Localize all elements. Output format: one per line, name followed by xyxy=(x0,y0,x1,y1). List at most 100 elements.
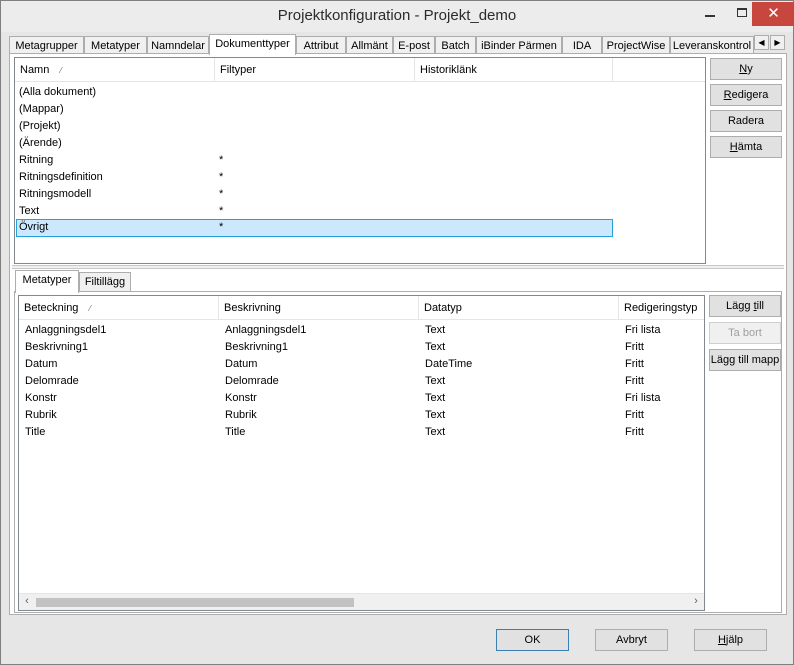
list-header: Namn ⁄ Filtyper Historiklänk xyxy=(15,58,705,82)
column-header-namn[interactable]: Namn ⁄ xyxy=(15,58,215,81)
tab-scroll-right-icon[interactable]: ▶ xyxy=(770,35,785,50)
window-title: Projektkonfiguration - Projekt_demo xyxy=(277,7,517,24)
cell-name: (Mappar) xyxy=(19,103,64,115)
table-row[interactable]: Delomrade Delomrade Text Fritt xyxy=(20,373,704,390)
close-icon: ✕ xyxy=(767,5,780,22)
button-label: Radera xyxy=(727,115,765,127)
table-row[interactable]: Title Title Text Fritt xyxy=(20,424,704,441)
table-row[interactable]: Konstr Konstr Text Fri lista xyxy=(20,390,704,407)
cell-datatyp: Text xyxy=(425,392,446,404)
list-header: Beteckning ⁄ Beskrivning Datatyp Rediger… xyxy=(19,296,704,320)
list-item-selected[interactable]: Övrigt * xyxy=(16,219,613,237)
list-item[interactable]: (Projekt) xyxy=(16,118,612,135)
tab-allmant[interactable]: Allmänt xyxy=(346,36,393,54)
tab-ibinder-parmen[interactable]: iBinder Pärmen xyxy=(476,36,562,54)
tab-projectwise[interactable]: ProjectWise xyxy=(602,36,670,54)
metatype-list[interactable]: Beteckning ⁄ Beskrivning Datatyp Rediger… xyxy=(18,295,705,611)
cell-datatyp: DateTime xyxy=(425,358,473,370)
button-mnemonic: H xyxy=(729,141,738,153)
list-item[interactable]: Text * xyxy=(16,203,612,220)
delete-button[interactable]: Radera xyxy=(710,110,782,132)
scroll-left-icon[interactable]: ‹ xyxy=(19,595,35,607)
cell-name: Text xyxy=(19,205,40,217)
cell-beteckning: Delomrade xyxy=(25,375,79,387)
cell-redigeringstyp: Fritt xyxy=(625,426,644,438)
tab-metagrupper[interactable]: Metagrupper xyxy=(9,36,84,54)
cell-beskrivning: Rubrik xyxy=(225,409,257,421)
list-item[interactable]: Ritning * xyxy=(16,152,612,169)
help-button[interactable]: Hjälp xyxy=(694,629,767,651)
column-header-beskrivning[interactable]: Beskrivning xyxy=(219,296,419,319)
new-button[interactable]: Ny xyxy=(710,58,782,80)
tab-namndelar[interactable]: Namndelar xyxy=(147,36,209,54)
column-header-datatyp[interactable]: Datatyp xyxy=(419,296,619,319)
list-item[interactable]: Ritningsmodell * xyxy=(16,186,612,203)
cell-filetypes: * xyxy=(219,205,224,217)
add-folder-button[interactable]: Lägg till mapp xyxy=(709,349,781,371)
subtab-metatyper[interactable]: Metatyper xyxy=(15,270,79,293)
column-header-beteckning[interactable]: Beteckning ⁄ xyxy=(19,296,219,319)
table-row[interactable]: Anlaggningsdel1 Anlaggningsdel1 Text Fri… xyxy=(20,322,704,339)
column-header-historiklank[interactable]: Historiklänk xyxy=(415,58,613,81)
tab-metatyper[interactable]: Metatyper xyxy=(84,36,147,54)
cancel-button[interactable]: Avbryt xyxy=(595,629,668,651)
button-mnemonic: H xyxy=(717,634,726,646)
cell-beskrivning: Beskrivning1 xyxy=(225,341,288,353)
cell-beskrivning: Anlaggningsdel1 xyxy=(225,324,307,336)
cell-name: Ritning xyxy=(19,154,54,166)
close-button[interactable]: ✕ xyxy=(752,2,794,26)
cell-name: Ritningsdefinition xyxy=(19,171,103,183)
cell-redigeringstyp: Fritt xyxy=(625,341,644,353)
tab-scroll-left-icon[interactable]: ◀ xyxy=(754,35,769,50)
sub-tab-strip: Metatyper Filtillägg xyxy=(15,270,215,293)
column-label: Namn xyxy=(20,64,50,76)
tab-ida[interactable]: IDA xyxy=(562,36,602,54)
subtab-filtillagg[interactable]: Filtillägg xyxy=(79,272,131,292)
tab-leveranskontroll[interactable]: Leveranskontrol xyxy=(670,36,754,54)
fetch-button[interactable]: Hämta xyxy=(710,136,782,158)
list-item[interactable]: Ritningsdefinition * xyxy=(16,169,612,186)
scroll-right-icon[interactable]: › xyxy=(688,595,704,607)
dokumenttyper-panel: Namn ⁄ Filtyper Historiklänk (Alla dokum… xyxy=(9,53,787,615)
cell-filetypes: * xyxy=(219,221,224,233)
cell-beteckning: Datum xyxy=(25,358,58,370)
column-header-redigeringstyp[interactable]: Redigeringstyp xyxy=(619,296,705,319)
cell-datatyp: Text xyxy=(425,426,446,438)
tab-attribut[interactable]: Attribut xyxy=(296,36,346,54)
panel-splitter[interactable] xyxy=(12,265,784,269)
title-bar[interactable]: Projektkonfiguration - Projekt_demo ✕ xyxy=(1,1,794,32)
edit-button[interactable]: Redigera xyxy=(710,84,782,106)
button-label: jälp xyxy=(725,634,744,646)
minimize-button[interactable] xyxy=(695,2,725,26)
cell-beskrivning: Datum xyxy=(225,358,258,370)
tab-e-post[interactable]: E-post xyxy=(393,36,435,54)
cell-datatyp: Text xyxy=(425,375,446,387)
remove-button[interactable]: Ta bort xyxy=(709,322,781,344)
column-header-filtyper[interactable]: Filtyper xyxy=(215,58,415,81)
table-row[interactable]: Rubrik Rubrik Text Fritt xyxy=(20,407,704,424)
button-label: ämta xyxy=(737,141,763,153)
cell-redigeringstyp: Fritt xyxy=(625,358,644,370)
table-row[interactable]: Beskrivning1 Beskrivning1 Text Fritt xyxy=(20,339,704,356)
cell-beteckning: Beskrivning1 xyxy=(25,341,88,353)
horizontal-scrollbar[interactable]: ‹ › xyxy=(19,593,704,610)
cell-name: Övrigt xyxy=(19,221,49,233)
tab-batch[interactable]: Batch xyxy=(435,36,476,54)
table-row[interactable]: Datum Datum DateTime Fritt xyxy=(20,356,704,373)
document-type-list[interactable]: Namn ⁄ Filtyper Historiklänk (Alla dokum… xyxy=(14,57,706,264)
ok-button[interactable]: OK xyxy=(496,629,569,651)
scrollbar-thumb[interactable] xyxy=(36,598,354,607)
button-mnemonic: R xyxy=(723,89,732,101)
list-item[interactable]: (Alla dokument) xyxy=(16,84,612,101)
cell-name: (Alla dokument) xyxy=(19,86,97,98)
cell-beskrivning: Konstr xyxy=(225,392,257,404)
cell-name: (Ärende) xyxy=(19,137,62,149)
list-item[interactable]: (Mappar) xyxy=(16,101,612,118)
cell-beskrivning: Delomrade xyxy=(225,375,279,387)
tab-dokumenttyper[interactable]: Dokumenttyper xyxy=(209,34,296,55)
cell-name: (Projekt) xyxy=(19,120,61,132)
dialog-window: Projektkonfiguration - Projekt_demo ✕ Me… xyxy=(0,0,794,665)
add-button[interactable]: Lägg till xyxy=(709,295,781,317)
button-label: Lägg xyxy=(726,300,754,312)
list-item[interactable]: (Ärende) xyxy=(16,135,612,152)
